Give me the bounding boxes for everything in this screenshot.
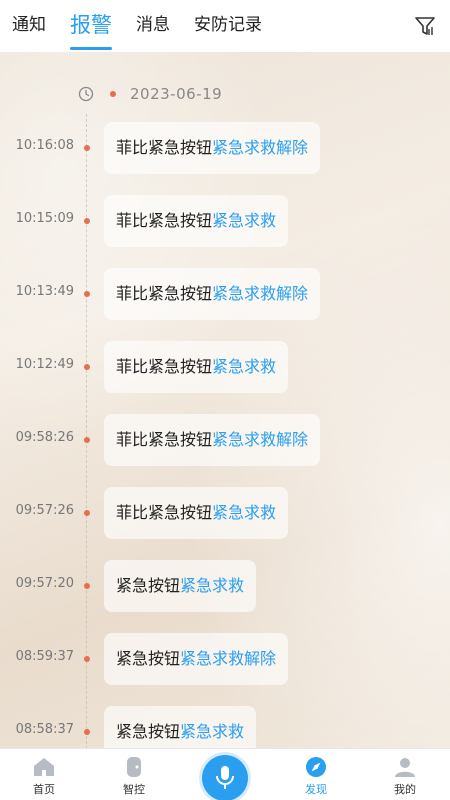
house-icon [34, 758, 54, 776]
nav-discover[interactable]: 发现 [286, 749, 346, 800]
alarm-event[interactable]: 10:15:09 菲比紧急按钮紧急求救 [0, 195, 450, 247]
event-bubble[interactable]: 菲比紧急按钮紧急求救 [104, 341, 289, 393]
device-icon [127, 757, 141, 777]
event-state: 紧急求救解除 [212, 430, 309, 449]
nav-home-label: 首页 [33, 783, 55, 796]
alarm-event[interactable]: 10:12:49 菲比紧急按钮紧急求救 [0, 341, 450, 393]
tab-alarms[interactable]: 报警 [70, 0, 112, 52]
event-state: 紧急求救 [212, 211, 277, 230]
date-dot [110, 91, 116, 97]
person-icon [395, 758, 415, 777]
event-device: 菲比紧急按钮 [116, 211, 213, 230]
nav-home[interactable]: 首页 [14, 749, 74, 800]
event-device: 菲比紧急按钮 [116, 357, 213, 376]
filter-icon[interactable] [414, 15, 436, 37]
event-dot [84, 656, 90, 662]
alarm-event[interactable]: 09:58:26 菲比紧急按钮紧急求救解除 [0, 414, 450, 466]
alarm-event[interactable]: 10:16:08 菲比紧急按钮紧急求救解除 [0, 122, 450, 174]
voice-button[interactable] [202, 755, 248, 800]
alarm-event[interactable]: 08:58:37 紧急按钮紧急求救 [0, 706, 450, 748]
alarm-timeline[interactable]: 2023-06-19 10:16:08 菲比紧急按钮紧急求救解除 10:15:0… [0, 52, 450, 748]
event-device: 紧急按钮 [116, 649, 181, 668]
alarm-event[interactable]: 09:57:26 菲比紧急按钮紧急求救 [0, 487, 450, 539]
event-time: 10:13:49 [15, 284, 74, 299]
event-device: 菲比紧急按钮 [116, 503, 213, 522]
event-time: 10:15:09 [15, 211, 74, 226]
top-tab-bar: 通知 报警 消息 安防记录 [0, 0, 450, 52]
alarm-event[interactable]: 09:57:20 紧急按钮紧急求救 [0, 560, 450, 612]
tab-security-records[interactable]: 安防记录 [194, 0, 262, 52]
event-bubble[interactable]: 菲比紧急按钮紧急求救解除 [104, 414, 321, 466]
event-dot [84, 291, 90, 297]
event-dot [84, 583, 90, 589]
clock-icon [78, 86, 94, 102]
event-state: 紧急求救解除 [212, 138, 309, 157]
event-state: 紧急求救 [212, 503, 277, 522]
event-dot [84, 145, 90, 151]
event-dot [84, 510, 90, 516]
event-state: 紧急求救 [212, 357, 277, 376]
nav-mine-label: 我的 [394, 783, 416, 796]
event-device: 菲比紧急按钮 [116, 284, 213, 303]
event-time: 08:58:37 [15, 722, 74, 737]
event-bubble[interactable]: 紧急按钮紧急求救 [104, 706, 257, 748]
compass-icon [306, 757, 326, 777]
microphone-icon [216, 766, 234, 789]
event-device: 紧急按钮 [116, 722, 181, 741]
event-dot [84, 364, 90, 370]
nav-control[interactable]: 智控 [104, 749, 164, 800]
event-time: 09:57:20 [15, 576, 74, 591]
event-device: 菲比紧急按钮 [116, 430, 213, 449]
tab-messages[interactable]: 消息 [136, 0, 170, 52]
event-time: 10:12:49 [15, 357, 74, 372]
timeline-date-row: 2023-06-19 [78, 84, 222, 104]
alarm-event[interactable]: 10:13:49 菲比紧急按钮紧急求救解除 [0, 268, 450, 320]
event-time: 09:58:26 [15, 430, 74, 445]
event-dot [84, 218, 90, 224]
timeline-date: 2023-06-19 [130, 85, 223, 103]
event-bubble[interactable]: 菲比紧急按钮紧急求救 [104, 487, 289, 539]
event-bubble[interactable]: 紧急按钮紧急求救解除 [104, 633, 289, 685]
event-bubble[interactable]: 菲比紧急按钮紧急求救解除 [104, 268, 321, 320]
event-device: 菲比紧急按钮 [116, 138, 213, 157]
alarm-event[interactable]: 08:59:37 紧急按钮紧急求救解除 [0, 633, 450, 685]
event-dot [84, 437, 90, 443]
event-bubble[interactable]: 菲比紧急按钮紧急求救 [104, 195, 289, 247]
nav-control-label: 智控 [123, 783, 145, 796]
event-bubble[interactable]: 紧急按钮紧急求救 [104, 560, 257, 612]
tab-notifications[interactable]: 通知 [12, 0, 46, 52]
event-device: 紧急按钮 [116, 576, 181, 595]
event-state: 紧急求救 [180, 576, 245, 595]
event-time: 10:16:08 [15, 138, 74, 153]
event-bubble[interactable]: 菲比紧急按钮紧急求救解除 [104, 122, 321, 174]
bottom-nav-bar: 首页 智控 发现 我的 [0, 748, 450, 800]
event-state: 紧急求救解除 [212, 284, 309, 303]
nav-mine[interactable]: 我的 [375, 749, 435, 800]
event-time: 09:57:26 [15, 503, 74, 518]
nav-discover-label: 发现 [305, 783, 327, 796]
event-dot [84, 729, 90, 735]
event-state: 紧急求救解除 [180, 649, 277, 668]
event-time: 08:59:37 [15, 649, 74, 664]
event-state: 紧急求救 [180, 722, 245, 741]
